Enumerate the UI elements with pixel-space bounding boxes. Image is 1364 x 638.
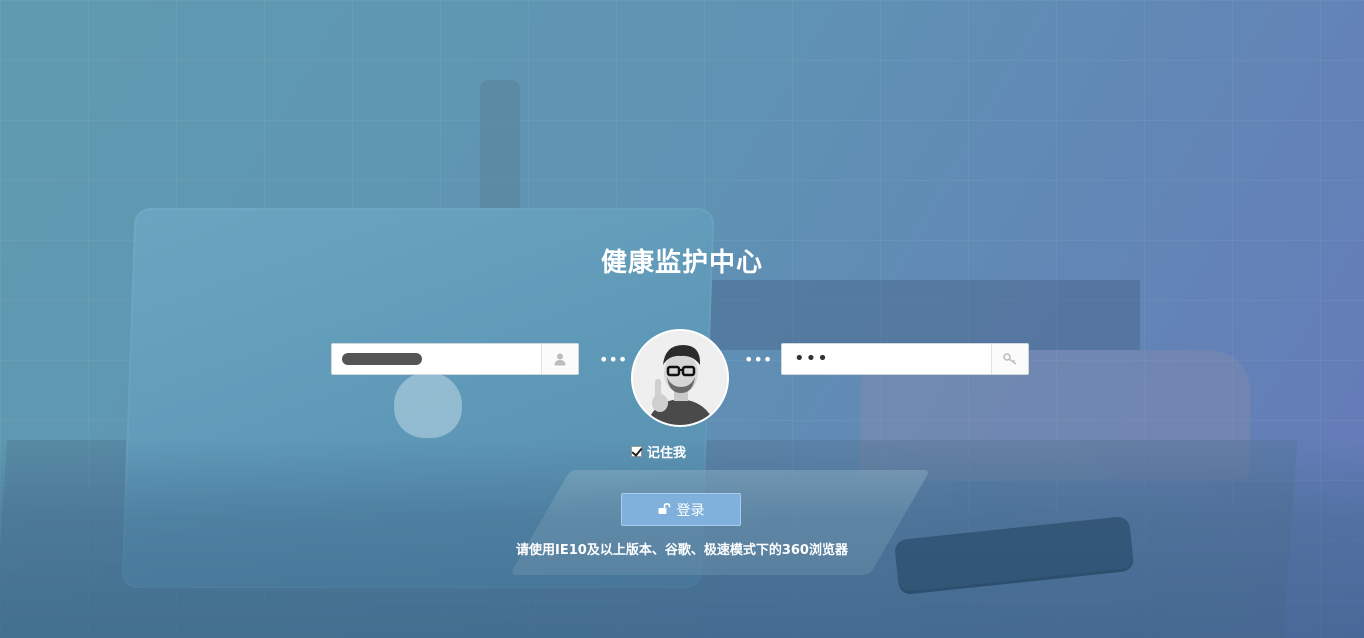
username-field[interactable] <box>331 343 579 375</box>
remember-me-checkbox[interactable] <box>631 446 642 457</box>
avatar <box>631 329 729 427</box>
login-button-label: 登录 <box>676 502 705 519</box>
login-page: 健康监护中心 ••• ••• ••• 记住我 登录 请使用IE10及以上版本、谷… <box>0 0 1364 638</box>
key-icon <box>991 344 1028 374</box>
background-desk-shade <box>0 438 1364 638</box>
login-button[interactable]: 登录 <box>621 493 741 526</box>
password-masked-value: ••• <box>794 348 829 369</box>
separator-dots-left: ••• <box>599 350 628 369</box>
page-title: 健康监护中心 <box>600 248 763 278</box>
username-redacted-value <box>342 353 422 365</box>
separator-dots-right: ••• <box>744 350 773 369</box>
avatar-photo <box>633 331 727 425</box>
user-icon <box>541 344 578 374</box>
unlock-icon <box>658 502 671 517</box>
background-shelf <box>700 280 1140 350</box>
password-field[interactable]: ••• <box>781 343 1029 375</box>
remember-me[interactable]: 记住我 <box>631 442 686 461</box>
laptop-logo-icon <box>394 372 462 438</box>
remember-me-label: 记住我 <box>647 446 687 461</box>
browser-hint: 请使用IE10及以上版本、谷歌、极速模式下的360浏览器 <box>516 543 848 558</box>
